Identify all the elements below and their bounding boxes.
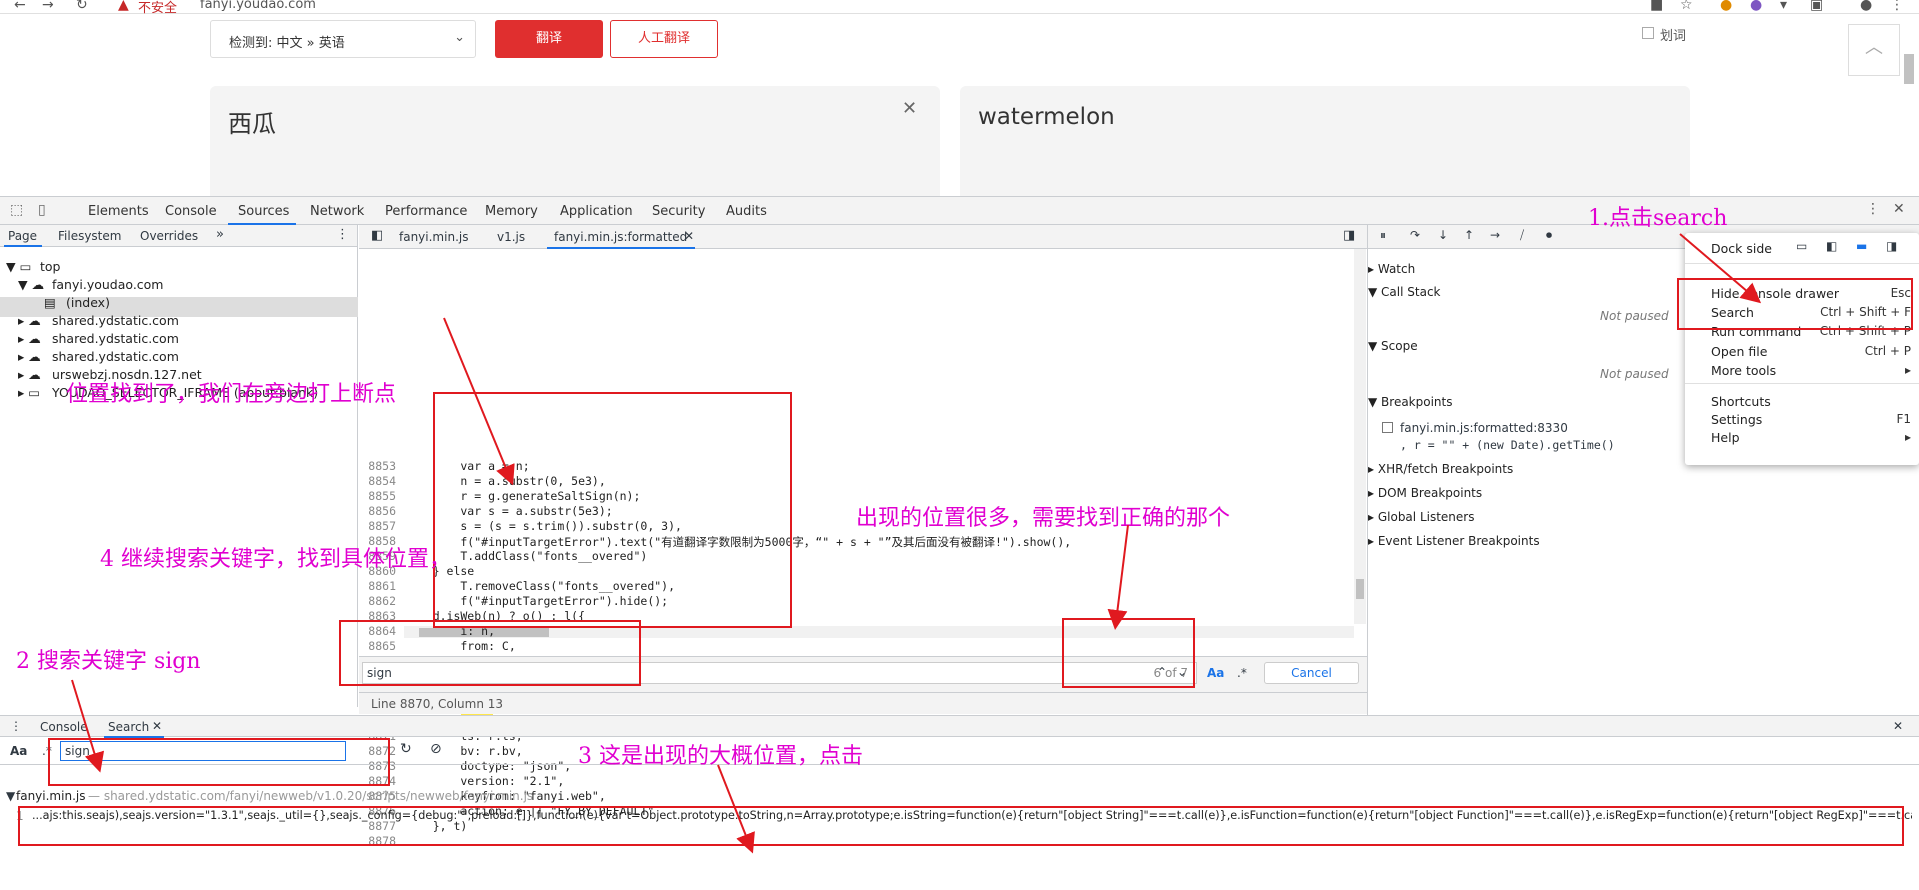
arrow-multiple: [1107, 524, 1129, 630]
arrow-breakpoint: [443, 317, 515, 486]
arrow-step2: [71, 679, 105, 773]
arrow-step1: [1679, 233, 1762, 304]
annotation-arrows: [71, 233, 1762, 854]
arrow-step3: [717, 764, 755, 854]
